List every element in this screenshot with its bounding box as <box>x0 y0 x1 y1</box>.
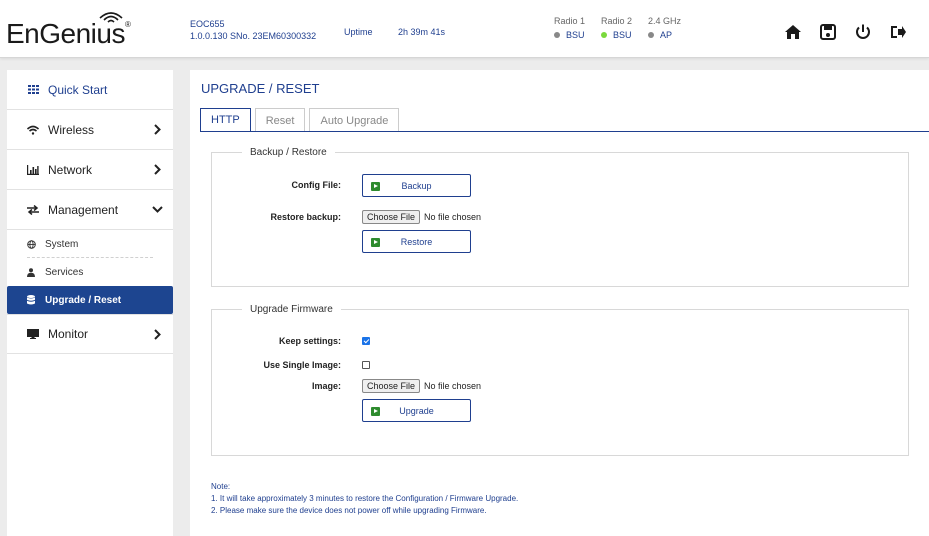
choose-file-button[interactable]: Choose File <box>362 379 421 393</box>
restore-backup-label: Restore backup: <box>270 212 341 222</box>
image-label: Image: <box>311 381 341 391</box>
backup-restore-legend: Backup / Restore <box>250 147 327 158</box>
database-icon <box>27 295 37 305</box>
tab-bar: HTTP Reset Auto Upgrade <box>200 108 403 132</box>
keep-settings-label: Keep settings: <box>278 336 341 346</box>
upgrade-firmware-section: Upgrade Firmware <box>211 304 909 456</box>
tab-reset[interactable]: Reset <box>254 108 306 132</box>
sidebar-subitem-services[interactable]: Services <box>7 258 173 286</box>
uptime-label: Uptime <box>344 27 373 37</box>
action-icon <box>371 182 380 191</box>
upgrade-firmware-legend: Upgrade Firmware <box>250 304 333 315</box>
brand-name: EnGenius® <box>6 18 131 49</box>
restore-file-input[interactable]: Choose File No file chosen <box>362 210 481 224</box>
uptime-value: 2h 39m 41s <box>398 27 446 37</box>
chevron-right-icon <box>154 329 161 340</box>
tab-underline <box>200 131 929 132</box>
note-block: Note: 1. It will take approximately 3 mi… <box>211 481 518 517</box>
sidebar-item-management[interactable]: Management <box>7 190 173 230</box>
tab-auto-upgrade[interactable]: Auto Upgrade <box>309 108 400 132</box>
user-icon <box>27 267 37 277</box>
sidebar: Quick Start Wireless Network Management … <box>7 70 173 536</box>
chevron-down-icon <box>152 206 163 213</box>
note-title: Note: <box>211 482 231 491</box>
device-info: EOC655 1.0.0.130 SNo. 23EM60300332 <box>190 18 316 42</box>
use-single-image-checkbox[interactable] <box>362 361 370 369</box>
main-panel: UPGRADE / RESET HTTP Reset Auto Upgrade … <box>190 70 929 536</box>
radio2-status: Radio 2 BSU <box>601 16 633 40</box>
use-single-image-label: Use Single Image: <box>263 360 341 370</box>
band-24ghz-status: 2.4 GHz AP <box>648 16 682 40</box>
action-icon <box>371 238 380 247</box>
status-dot-icon <box>601 31 607 38</box>
note-line-2: 2. Please make sure the device does not … <box>211 506 487 515</box>
globe-icon <box>27 239 37 249</box>
config-file-label: Config File: <box>291 180 342 190</box>
save-icon[interactable] <box>819 23 837 41</box>
sidebar-subitem-upgrade-reset[interactable]: Upgrade / Reset <box>7 286 173 314</box>
logout-icon[interactable] <box>889 23 907 41</box>
no-file-text: No file chosen <box>424 381 482 391</box>
engenius-logo: EnGenius® <box>6 10 146 50</box>
chevron-right-icon <box>154 164 161 175</box>
sidebar-item-monitor[interactable]: Monitor <box>7 314 173 354</box>
grid-icon <box>26 85 40 94</box>
note-line-1: 1. It will take approximately 3 minutes … <box>211 494 519 503</box>
status-dot-icon <box>648 31 654 38</box>
device-firmware: 1.0.0.130 SNo. 23EM60300332 <box>190 31 317 41</box>
home-icon[interactable] <box>784 23 802 41</box>
image-file-input[interactable]: Choose File No file chosen <box>362 379 481 393</box>
upgrade-button[interactable]: Upgrade <box>362 399 471 422</box>
restore-button[interactable]: Restore <box>362 230 471 253</box>
wifi-icon <box>26 125 40 135</box>
backup-button[interactable]: Backup <box>362 174 471 197</box>
swap-icon <box>26 204 40 215</box>
top-header: EnGenius® EOC655 1.0.0.130 SNo. 23EM6030… <box>0 0 929 58</box>
bar-chart-icon <box>26 164 40 175</box>
sidebar-item-quick-start[interactable]: Quick Start <box>7 70 173 110</box>
sidebar-item-network[interactable]: Network <box>7 150 173 190</box>
page-title: UPGRADE / RESET <box>201 81 320 96</box>
monitor-icon <box>26 329 40 339</box>
keep-settings-checkbox[interactable] <box>362 337 370 345</box>
tab-http[interactable]: HTTP <box>200 108 251 132</box>
status-dot-icon <box>554 31 560 38</box>
choose-file-button[interactable]: Choose File <box>362 210 421 224</box>
sidebar-item-wireless[interactable]: Wireless <box>7 110 173 150</box>
radio1-status: Radio 1 BSU <box>554 16 586 40</box>
device-model: EOC655 <box>190 19 225 29</box>
power-icon[interactable] <box>854 23 872 41</box>
chevron-right-icon <box>154 124 161 135</box>
sidebar-subitem-system[interactable]: System <box>7 230 173 258</box>
action-icon <box>371 407 380 416</box>
no-file-text: No file chosen <box>424 212 482 222</box>
